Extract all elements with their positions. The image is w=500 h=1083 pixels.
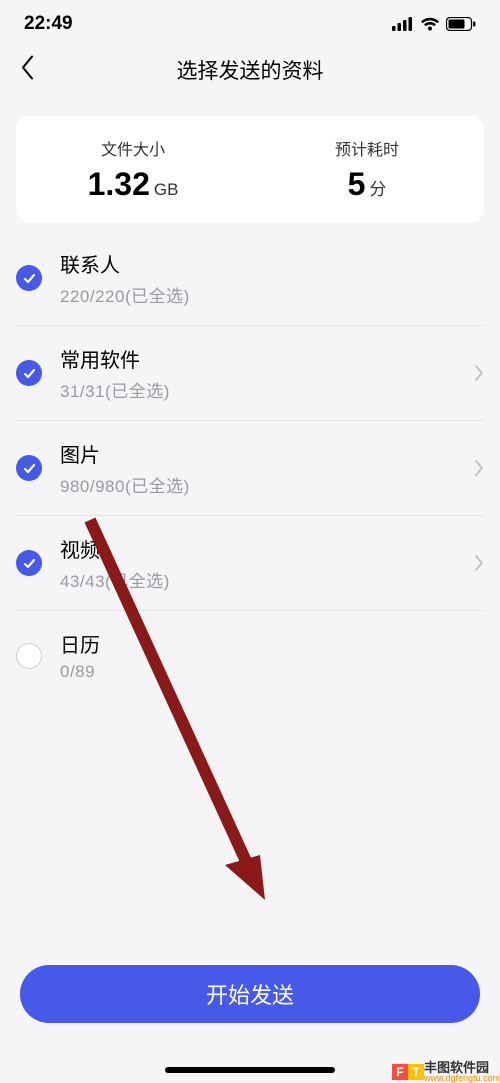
item-text: 日历 0/89 — [60, 629, 484, 682]
back-button[interactable] — [20, 55, 34, 86]
item-title: 视频 — [60, 534, 474, 563]
battery-icon — [446, 17, 476, 31]
time-unit: 分 — [369, 180, 386, 199]
list-item-calendar[interactable]: 日历 0/89 — [16, 611, 484, 700]
item-sub: 980/980(已全选) — [60, 472, 474, 497]
check-icon — [22, 366, 37, 381]
list-item-photos[interactable]: 图片 980/980(已全选) — [16, 421, 484, 516]
item-title: 联系人 — [60, 249, 484, 278]
checkbox[interactable] — [16, 360, 42, 386]
item-sub: 220/220(已全选) — [60, 282, 484, 307]
item-text: 视频 43/43(已全选) — [60, 534, 474, 592]
file-size-col: 文件大小 1.32GB — [16, 136, 250, 203]
status-time: 22:49 — [24, 13, 73, 35]
checkbox[interactable] — [16, 455, 42, 481]
item-title: 日历 — [60, 629, 484, 658]
checkbox[interactable] — [16, 265, 42, 291]
header: 选择发送的资料 — [0, 44, 500, 96]
size-unit: GB — [154, 180, 179, 199]
checkbox[interactable] — [16, 643, 42, 669]
status-indicators — [392, 17, 476, 31]
size-label: 文件大小 — [16, 136, 250, 160]
check-icon — [22, 461, 37, 476]
time-label: 预计耗时 — [250, 136, 484, 160]
size-value: 1.32 — [88, 166, 150, 202]
status-bar: 22:49 — [0, 0, 500, 44]
item-text: 图片 980/980(已全选) — [60, 439, 474, 497]
item-sub: 0/89 — [60, 662, 484, 682]
chevron-right-icon — [474, 459, 484, 477]
data-list: 联系人 220/220(已全选) 常用软件 31/31(已全选) 图片 980/… — [0, 231, 500, 700]
watermark: FT 丰图软件园www.dgfengtu.com — [392, 1061, 500, 1083]
item-text: 联系人 220/220(已全选) — [60, 249, 484, 307]
page-title: 选择发送的资料 — [177, 55, 324, 85]
chevron-right-icon — [474, 554, 484, 572]
item-title: 常用软件 — [60, 344, 474, 373]
chevron-right-icon — [474, 364, 484, 382]
item-sub: 31/31(已全选) — [60, 377, 474, 402]
item-text: 常用软件 31/31(已全选) — [60, 344, 474, 402]
list-item-apps[interactable]: 常用软件 31/31(已全选) — [16, 326, 484, 421]
check-icon — [22, 556, 37, 571]
summary-card: 文件大小 1.32GB 预计耗时 5分 — [16, 116, 484, 223]
wm-url: www.dgfengtu.com — [424, 1074, 500, 1083]
chevron-left-icon — [20, 55, 34, 81]
item-sub: 43/43(已全选) — [60, 567, 474, 592]
wifi-icon — [420, 17, 440, 31]
send-button[interactable]: 开始发送 — [20, 965, 480, 1023]
send-label: 开始发送 — [206, 978, 294, 1010]
est-time-col: 预计耗时 5分 — [250, 136, 484, 203]
home-indicator — [165, 1067, 335, 1073]
list-item-videos[interactable]: 视频 43/43(已全选) — [16, 516, 484, 611]
signal-icon — [392, 17, 414, 31]
list-item-contacts[interactable]: 联系人 220/220(已全选) — [16, 231, 484, 326]
check-icon — [22, 271, 37, 286]
item-title: 图片 — [60, 439, 474, 468]
checkbox[interactable] — [16, 550, 42, 576]
time-value: 5 — [348, 166, 366, 202]
